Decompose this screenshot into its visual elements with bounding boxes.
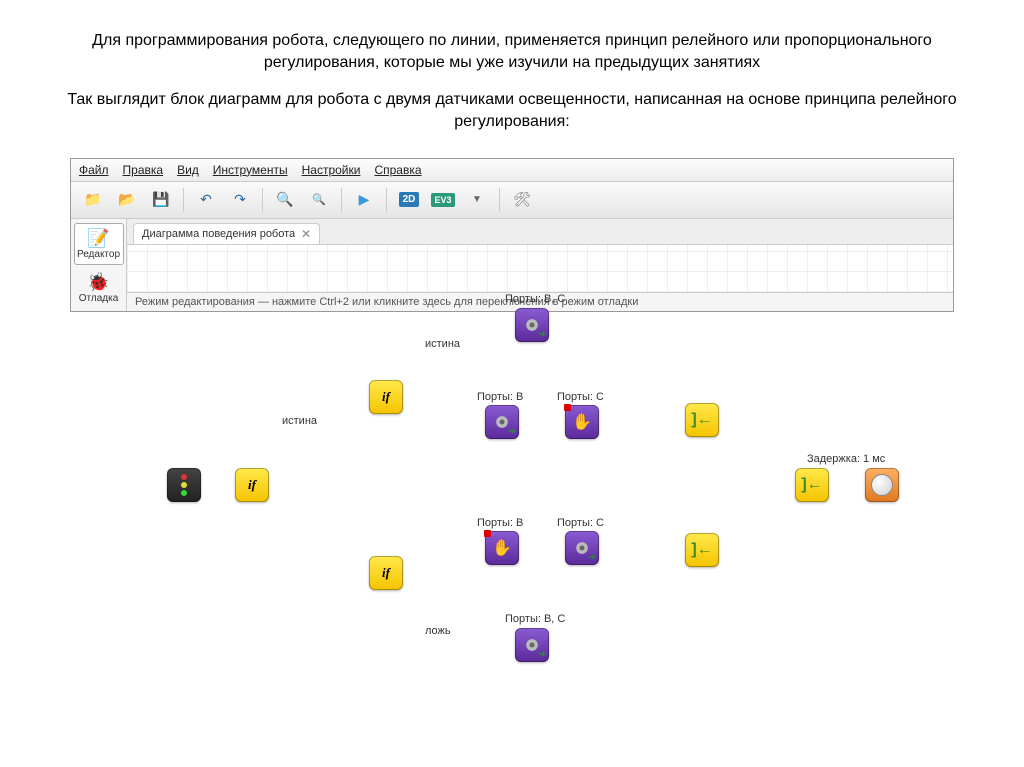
document-edit-icon: 📝 xyxy=(75,228,123,249)
dropdown-button[interactable]: ▼ xyxy=(463,186,491,214)
menu-file[interactable]: Файл xyxy=(79,163,109,177)
if-icon: if xyxy=(382,565,390,581)
label-ports-b: Порты: B xyxy=(477,517,523,529)
tab-bar: Диаграмма поведения робота ✕ xyxy=(127,219,953,245)
diagram-canvas[interactable]: if if if ➜ ➜ xyxy=(127,245,953,292)
if-node-1[interactable]: if xyxy=(235,468,269,502)
merge-node-final[interactable]: ]← xyxy=(795,468,829,502)
tab-close-icon[interactable]: ✕ xyxy=(301,227,311,241)
toolbar-separator xyxy=(341,188,342,212)
label-ports-bc: Порты: B, C xyxy=(505,293,565,305)
sidebar-item-debug[interactable]: 🐞 Отладка xyxy=(74,267,124,309)
toolbar: 📁 📂 💾 ↶ ↷ 🔍 🔍 ▶ 2D EV3 ▼ 🛠 xyxy=(71,182,953,219)
toolbar-separator xyxy=(386,188,387,212)
merge-node-bottom[interactable]: ]← xyxy=(685,533,719,567)
zoom-out-icon: 🔍 xyxy=(312,193,326,206)
stop-node-b-lower[interactable]: ✋ xyxy=(485,531,519,565)
menu-tools[interactable]: Инструменты xyxy=(213,163,288,177)
toolbar-separator xyxy=(183,188,184,212)
sidebar-label: Редактор xyxy=(77,249,120,260)
open-button[interactable]: 📂 xyxy=(113,186,141,214)
merge-icon: ]← xyxy=(801,476,822,494)
paragraph-2: Так выглядит блок диаграмм для робота с … xyxy=(60,89,964,134)
wrench-icon: 🛠 xyxy=(513,191,531,208)
chevron-down-icon: ▼ xyxy=(472,194,482,205)
tab-label: Диаграмма поведения робота xyxy=(142,228,295,240)
paragraph-1: Для программирования робота, следующего … xyxy=(60,30,964,75)
start-node[interactable] xyxy=(167,468,201,502)
badge-2d: 2D xyxy=(399,192,420,207)
label-false: ложь xyxy=(425,625,451,637)
motors-node-bc-top[interactable]: ➜ xyxy=(515,308,549,342)
badge-ev3: EV3 xyxy=(431,193,454,207)
zoom-in-button[interactable]: 🔍 xyxy=(271,186,299,214)
merge-icon: ]← xyxy=(691,541,712,559)
motors-node-bc-bottom[interactable]: ➜ xyxy=(515,628,549,662)
sidebar-label: Отладка xyxy=(79,293,119,304)
if-icon: if xyxy=(382,389,390,405)
motor-node-b-mid[interactable]: ➜ xyxy=(485,405,519,439)
bug-icon: 🐞 xyxy=(75,272,123,293)
label-true: истина xyxy=(282,415,317,427)
arrow-right-icon: ➜ xyxy=(508,426,516,437)
merge-icon: ]← xyxy=(691,411,712,429)
tab-diagram[interactable]: Диаграмма поведения робота ✕ xyxy=(133,223,320,244)
red-corner-icon xyxy=(564,404,571,411)
menu-view[interactable]: Вид xyxy=(177,163,199,177)
redo-icon: ↷ xyxy=(234,191,246,208)
hand-stop-icon: ✋ xyxy=(492,538,512,558)
robot-ev3-button[interactable]: EV3 xyxy=(429,186,457,214)
toolbar-separator xyxy=(499,188,500,212)
menu-help[interactable]: Справка xyxy=(374,163,421,177)
arrow-right-icon: ➜ xyxy=(538,649,546,660)
edges-layer xyxy=(127,245,953,292)
clock-icon xyxy=(871,474,893,496)
motor-node-c-lower[interactable]: ➜ xyxy=(565,531,599,565)
slide-text: Для программирования робота, следующего … xyxy=(0,0,1024,158)
menu-settings[interactable]: Настройки xyxy=(302,163,361,177)
zoom-in-icon: 🔍 xyxy=(276,191,293,208)
label-true: истина xyxy=(425,338,460,350)
arrow-right-icon: ➜ xyxy=(538,329,546,340)
if-node-2[interactable]: if xyxy=(369,380,403,414)
label-ports-b: Порты: B xyxy=(477,391,523,403)
play-icon: ▶ xyxy=(359,191,370,208)
stop-node-c-mid[interactable]: ✋ xyxy=(565,405,599,439)
content-row: 📝 Редактор 🐞 Отладка Диаграмма поведения… xyxy=(71,219,953,311)
new-file-button[interactable]: 📁 xyxy=(79,186,107,214)
red-corner-icon xyxy=(484,530,491,537)
mode-2d-button[interactable]: 2D xyxy=(395,186,423,214)
label-ports-bc: Порты: B, C xyxy=(505,613,565,625)
if-node-3[interactable]: if xyxy=(369,556,403,590)
menu-edit[interactable]: Правка xyxy=(123,163,164,177)
save-icon: 💾 xyxy=(152,191,169,208)
menu-bar: Файл Правка Вид Инструменты Настройки Сп… xyxy=(71,159,953,182)
toolbar-separator xyxy=(262,188,263,212)
merge-node-top[interactable]: ]← xyxy=(685,403,719,437)
sidebar: 📝 Редактор 🐞 Отладка xyxy=(71,219,127,311)
hand-stop-icon: ✋ xyxy=(572,412,592,432)
label-delay: Задержка: 1 мс xyxy=(807,453,885,465)
zoom-out-button[interactable]: 🔍 xyxy=(305,186,333,214)
arrow-right-icon: ➜ xyxy=(588,552,596,563)
folder-plus-icon: 📁 xyxy=(84,191,101,208)
undo-button[interactable]: ↶ xyxy=(192,186,220,214)
app-window: Файл Правка Вид Инструменты Настройки Сп… xyxy=(70,158,954,312)
timer-node[interactable] xyxy=(865,468,899,502)
label-ports-c: Порты: C xyxy=(557,391,604,403)
folder-open-icon: 📂 xyxy=(118,191,135,208)
traffic-light-icon xyxy=(181,474,187,496)
sidebar-item-editor[interactable]: 📝 Редактор xyxy=(74,223,124,265)
label-ports-c: Порты: C xyxy=(557,517,604,529)
if-icon: if xyxy=(248,477,256,493)
run-button[interactable]: ▶ xyxy=(350,186,378,214)
settings-button[interactable]: 🛠 xyxy=(508,186,536,214)
main-area: Диаграмма поведения робота ✕ xyxy=(127,219,953,311)
save-button[interactable]: 💾 xyxy=(147,186,175,214)
redo-button[interactable]: ↷ xyxy=(226,186,254,214)
undo-icon: ↶ xyxy=(200,191,212,208)
